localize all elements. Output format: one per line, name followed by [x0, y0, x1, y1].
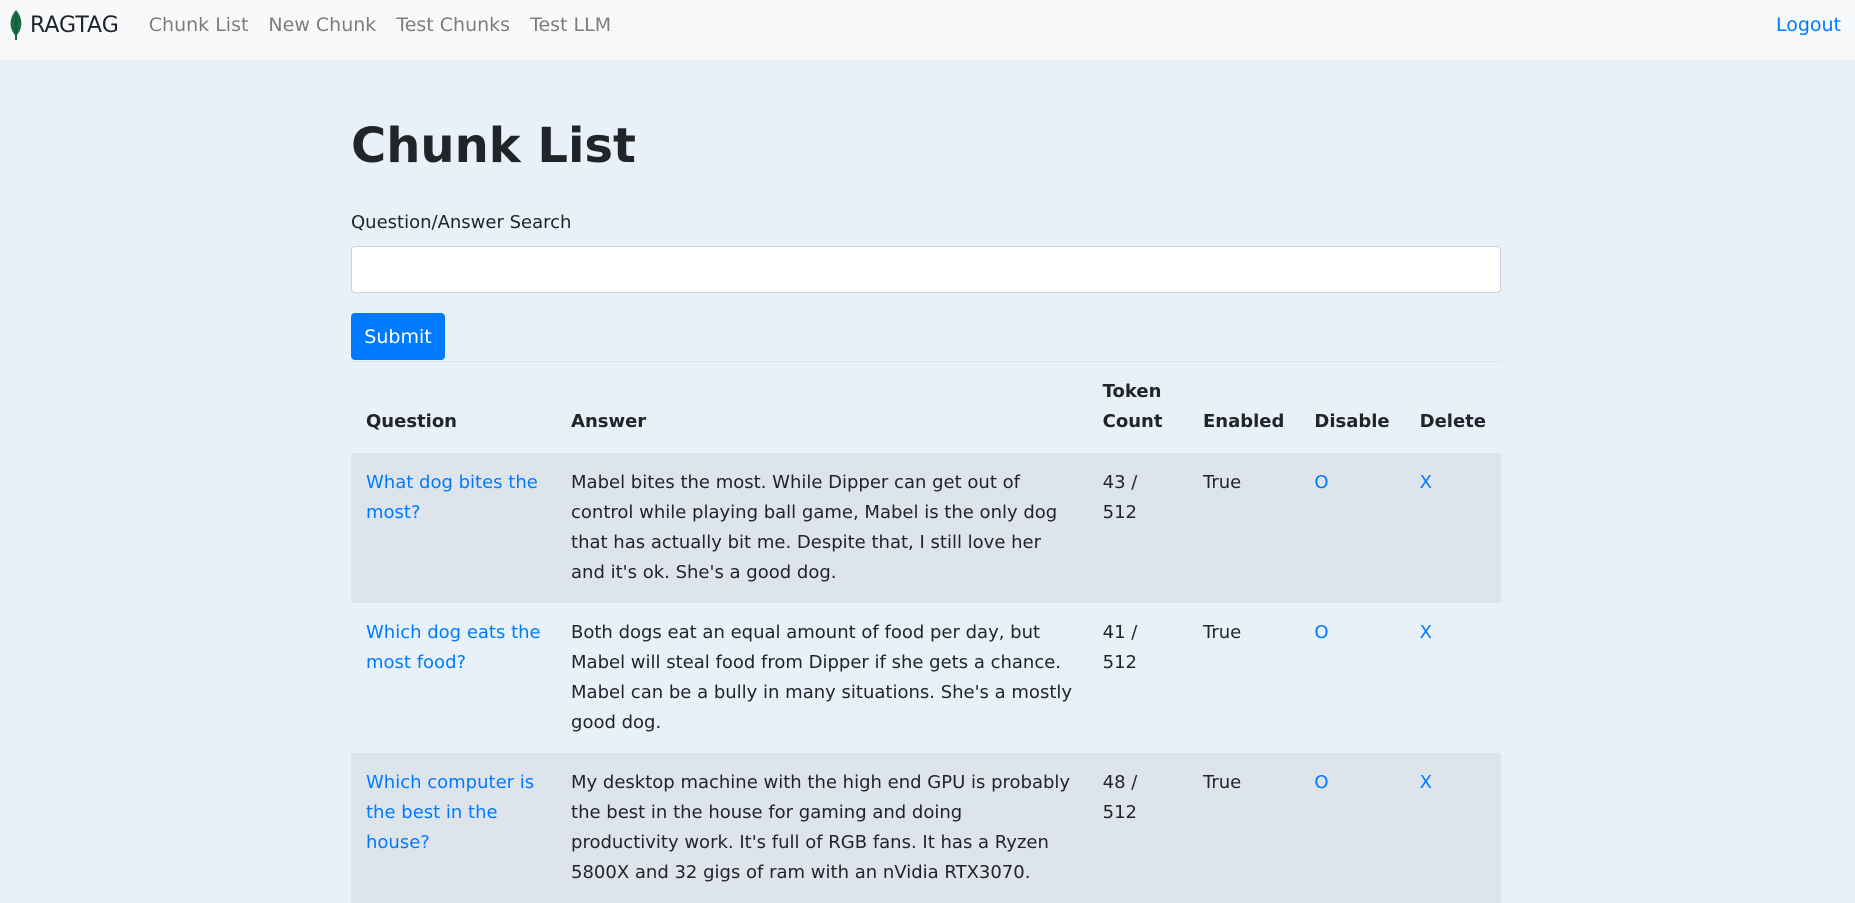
page-title: Chunk List [351, 118, 636, 174]
enabled-cell: True [1188, 753, 1300, 903]
brand-link[interactable]: RAGTAG [8, 9, 119, 41]
token-count-cell: 43 / 512 [1087, 453, 1188, 603]
submit-button[interactable]: Submit [351, 313, 445, 360]
nav-new-chunk[interactable]: New Chunk [268, 14, 376, 36]
header-question: Question [366, 411, 457, 432]
header-delete: Delete [1419, 411, 1486, 432]
nav-test-llm[interactable]: Test LLM [530, 14, 611, 36]
token-count-cell: 48 / 512 [1087, 753, 1188, 903]
nav-links: Chunk List New Chunk Test Chunks Test LL… [149, 14, 631, 36]
question-link[interactable]: What dog bites the most? [366, 472, 538, 523]
table-row: What dog bites the most? Mabel bites the… [351, 453, 1501, 603]
question-link[interactable]: Which dog eats the most food? [366, 622, 541, 673]
leaf-icon [10, 10, 22, 40]
delete-cell: X [1405, 603, 1501, 753]
table-row: Which computer is the best in the house?… [351, 753, 1501, 903]
disable-cell: O [1299, 753, 1405, 903]
header-disable: Disable [1314, 411, 1390, 432]
disable-button[interactable]: O [1314, 772, 1328, 793]
brand-name: RAGTAG [30, 12, 119, 38]
delete-button[interactable]: X [1420, 622, 1432, 643]
answer-cell: My desktop machine with the high end GPU… [556, 753, 1088, 903]
question-cell: What dog bites the most? [351, 453, 557, 603]
main-content: Chunk List Question/Answer Search Submit… [351, 60, 1501, 903]
question-cell: Which dog eats the most food? [351, 603, 556, 753]
header-token-count: Token Count [1102, 381, 1163, 432]
enabled-cell: True [1203, 622, 1242, 643]
delete-cell: X [1404, 753, 1501, 903]
token-count-cell: 41 / 512 [1102, 622, 1138, 673]
search-input[interactable] [351, 246, 1501, 293]
disable-button[interactable]: O [1314, 472, 1328, 493]
delete-button[interactable]: X [1420, 772, 1432, 793]
disable-cell: O [1299, 453, 1405, 603]
question-link[interactable]: Which computer is the best in the house? [366, 772, 534, 853]
nav-chunk-list[interactable]: Chunk List [149, 14, 249, 36]
answer-cell: Mabel bites the most. While Dipper can g… [556, 453, 1088, 603]
logout-link[interactable]: Logout [1776, 14, 1841, 36]
table-header-row: Question Answer Token Count Enabled Disa… [351, 362, 1501, 454]
delete-button[interactable]: X [1420, 472, 1432, 493]
question-cell: Which computer is the best in the house? [351, 753, 557, 903]
search-label: Question/Answer Search [351, 212, 572, 233]
navbar: RAGTAG Chunk List New Chunk Test Chunks … [0, 0, 1855, 60]
header-answer: Answer [571, 411, 647, 432]
delete-cell: X [1404, 453, 1501, 603]
disable-cell: O [1299, 603, 1404, 753]
chunk-table: Question Answer Token Count Enabled Disa… [351, 361, 1501, 903]
answer-cell: Both dogs eat an equal amount of food pe… [571, 622, 1073, 733]
header-enabled: Enabled [1203, 411, 1285, 432]
disable-button[interactable]: O [1314, 622, 1328, 643]
table-row: Which dog eats the most food? Both dogs … [351, 603, 1501, 753]
enabled-cell: True [1188, 453, 1300, 603]
nav-test-chunks[interactable]: Test Chunks [396, 14, 510, 36]
